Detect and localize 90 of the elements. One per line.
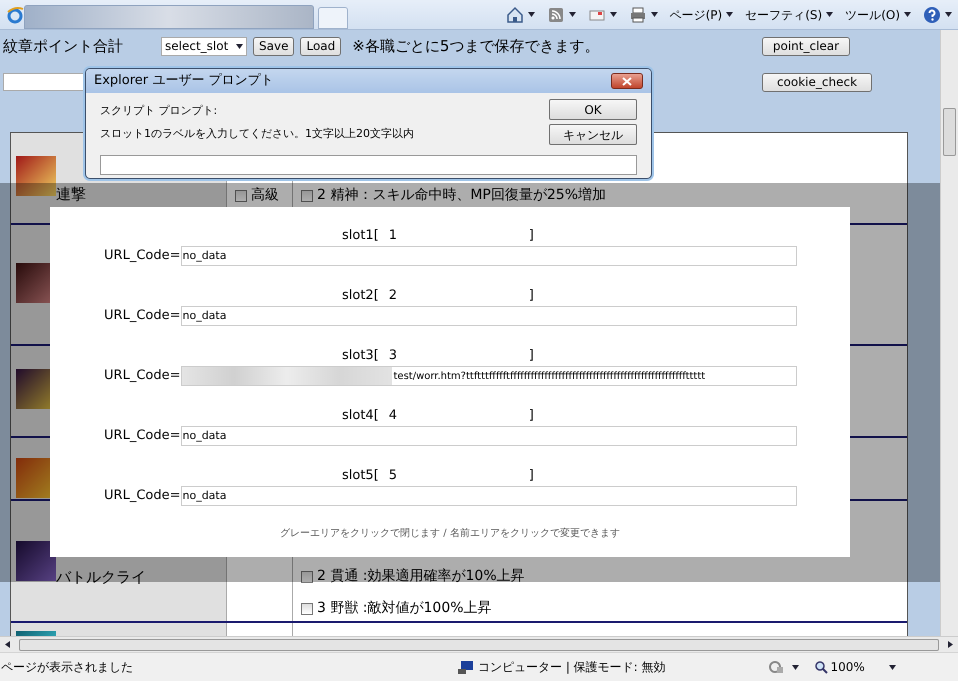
scroll-right-icon[interactable] — [947, 641, 954, 648]
caret-icon[interactable] — [236, 42, 243, 50]
computer-icon — [458, 660, 474, 674]
url-field[interactable]: test/worr.htm?ttftttffffftfffffffffffffffffffffffffffffffffffffffffffffffffffttttt — [180, 366, 796, 386]
caret-icon[interactable] — [568, 11, 576, 18]
caret-icon[interactable] — [610, 11, 617, 18]
slot-bracket: ] — [528, 287, 534, 304]
dialog-message: スロット1のラベルを入力してください。1文字以上20文字以内 — [100, 126, 414, 142]
slot-bracket: ] — [528, 347, 534, 364]
slot-name[interactable]: 1 — [378, 226, 529, 244]
slot-label: slot2[ — [342, 287, 379, 304]
option-label: 2 貫通 :効果適用確率が10%上昇 — [317, 567, 525, 586]
modal-hint: グレーエリアをクリックで閉じます / 名前エリアをクリックで変更できます — [280, 526, 620, 541]
checkbox[interactable] — [301, 602, 313, 614]
toolbar-menu[interactable]: セーフティ(S) — [745, 6, 822, 24]
skill-icon — [16, 156, 56, 196]
dialog-title: Explorer ユーザー プロンプト — [94, 72, 274, 90]
caret-icon[interactable] — [826, 11, 834, 18]
skill-name: 連撃 — [56, 184, 86, 205]
save-button[interactable]: Save — [253, 36, 294, 56]
slot-bracket: ] — [528, 407, 534, 424]
url-value: no_data — [182, 488, 226, 504]
checkbox[interactable] — [235, 190, 247, 202]
notice-text: ※各職ごとに5つまで保存できます。 — [352, 36, 600, 57]
url-field[interactable]: no_data — [180, 426, 796, 446]
caret-icon[interactable] — [888, 664, 896, 672]
skill-icon — [16, 541, 56, 581]
input-field[interactable] — [3, 73, 85, 91]
load-button[interactable]: Load — [300, 36, 342, 56]
slot-bracket: ] — [528, 227, 534, 244]
url-value: no_data — [182, 428, 226, 444]
horizontal-scrollbar[interactable] — [0, 636, 958, 652]
caret-icon[interactable] — [726, 11, 734, 18]
skill-name: バトルクライ — [56, 567, 146, 588]
browser-logo-icon — [6, 6, 24, 24]
slot-name[interactable]: 3 — [378, 346, 529, 364]
url-value: test/worr.htm?ttftttffffftfffffffffffffffffffffffffffffffffffffffffffffffffffttttt — [394, 370, 706, 384]
option-label: 2 精神：スキル命中時、MP回復量が25%増加 — [317, 186, 606, 205]
caret-icon[interactable] — [528, 11, 535, 18]
slot-name[interactable]: 5 — [378, 466, 529, 484]
url-field[interactable]: no_data — [180, 246, 796, 266]
page-title: 紋章ポイント合計 — [3, 36, 123, 57]
option-label: 3 野獣 :敵対値が100%上昇 — [317, 599, 492, 618]
scroll-thumb[interactable] — [943, 108, 956, 156]
slot-bracket: ] — [528, 467, 534, 484]
label-input-field[interactable] — [100, 155, 637, 175]
caret-icon[interactable] — [650, 11, 658, 18]
close-icon — [622, 76, 632, 86]
lock-icon — [768, 660, 784, 674]
scroll-thumb[interactable] — [19, 638, 939, 650]
caret-icon[interactable] — [904, 11, 911, 18]
help-icon[interactable] — [923, 6, 941, 24]
url-field[interactable]: no_data — [180, 306, 796, 326]
url-field[interactable]: no_data — [180, 486, 796, 506]
grade-label: 高級 — [251, 186, 279, 205]
dialog-label: スクリプト プロンプト: — [100, 103, 218, 119]
ok-button[interactable]: OK — [549, 99, 637, 120]
slot-label: slot5[ — [342, 467, 379, 484]
cookie-check-button[interactable]: cookie_check — [762, 72, 872, 92]
vertical-scrollbar[interactable] — [940, 30, 958, 636]
checkbox[interactable] — [301, 570, 313, 582]
url-label: URL_Code= — [104, 247, 180, 266]
slot-name[interactable]: 4 — [378, 406, 529, 424]
url-label: URL_Code= — [104, 427, 180, 446]
scroll-left-icon[interactable] — [4, 641, 11, 648]
slot-label: slot3[ — [342, 347, 379, 364]
slot-label: slot1[ — [342, 227, 379, 244]
slot-name[interactable]: 2 — [378, 286, 529, 304]
slot-select[interactable]: select_slot — [161, 36, 247, 56]
printer-icon[interactable] — [628, 6, 647, 24]
toolbar-menu[interactable]: ページ(P) — [670, 6, 722, 24]
modal-overlay[interactable] — [0, 183, 940, 582]
slot-label: slot4[ — [342, 407, 379, 424]
zoom-level[interactable]: 100% — [830, 658, 865, 676]
caret-icon[interactable] — [945, 11, 952, 18]
caret-icon[interactable] — [792, 664, 799, 672]
url-value: no_data — [182, 248, 226, 264]
security-zone-text: コンピューター | 保護モード: 無効 — [478, 659, 666, 676]
status-text: ページが表示されました — [1, 659, 133, 676]
url-label: URL_Code= — [104, 367, 180, 386]
close-button[interactable] — [611, 73, 643, 89]
url-value: no_data — [182, 308, 226, 324]
cancel-button[interactable]: キャンセル — [549, 124, 637, 145]
home-icon[interactable] — [506, 6, 524, 24]
point-clear-button[interactable]: point_clear — [762, 36, 850, 56]
url-label: URL_Code= — [104, 307, 180, 326]
toolbar-menu[interactable]: ツール(O) — [845, 6, 900, 24]
zoom-icon — [814, 660, 828, 674]
checkbox[interactable] — [301, 190, 313, 202]
url-label: URL_Code= — [104, 487, 180, 506]
